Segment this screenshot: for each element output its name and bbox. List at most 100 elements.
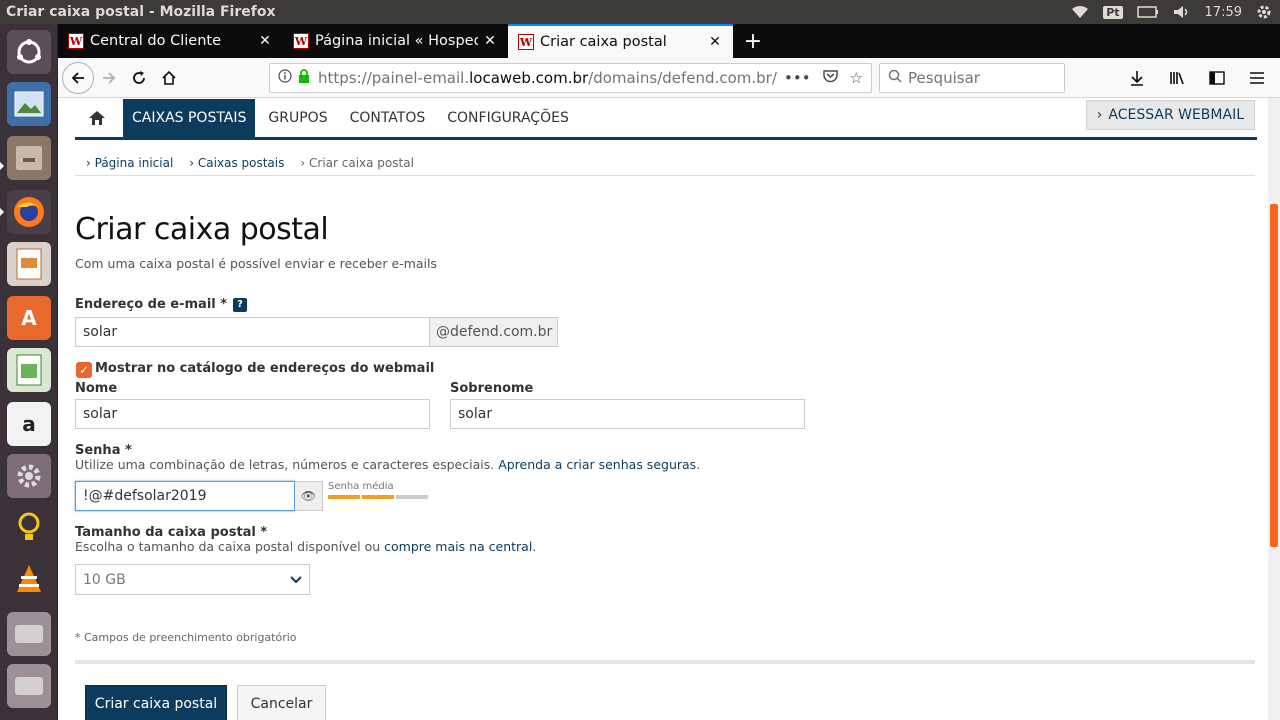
locaweb-favicon-icon: W [518,34,534,50]
ubuntu-dash-icon[interactable] [7,30,51,74]
catalog-label[interactable]: Mostrar no catálogo de endereços do webm… [95,361,434,376]
password-input[interactable]: !@#defsolar2019 [75,481,295,511]
close-tab-icon[interactable]: ✕ [482,33,498,49]
show-password-eye-icon[interactable]: 👁 [295,481,323,511]
menu-grupos[interactable]: GRUPOS [259,99,336,137]
scrollbar-thumb[interactable] [1270,204,1278,547]
page-actions-icon[interactable]: ••• [784,69,811,87]
vlc-icon[interactable] [7,558,51,602]
strength-bar [362,495,394,499]
bookmark-star-icon[interactable]: ☆ [850,69,863,87]
menu-contatos[interactable]: CONTATOS [341,99,435,137]
search-input[interactable]: Pesquisar [879,63,1065,93]
last-name-input[interactable]: solar [450,399,805,429]
software-center-icon[interactable]: A [7,296,51,340]
drive-icon[interactable] [7,612,51,656]
password-label: Senha * [75,443,132,458]
close-tab-icon[interactable]: ✕ [257,33,273,49]
hamburger-menu-icon[interactable] [1242,63,1272,93]
page-subtitle: Com uma caixa postal é possível enviar e… [75,256,437,271]
page-content: CAIXAS POSTAIS GRUPOS CONTATOS CONFIGURA… [58,98,1280,720]
library-icon[interactable] [1162,63,1192,93]
close-tab-icon[interactable]: ✕ [707,34,723,50]
cancel-button[interactable]: Cancelar [237,685,326,720]
password-strength-meter: Senha média [328,481,428,499]
secure-password-link[interactable]: Aprenda a criar senhas seguras [498,457,696,472]
access-webmail-button[interactable]: › ACESSAR WEBMAIL [1085,100,1255,130]
breadcrumb-item[interactable]: › Caixas postais [189,156,284,170]
drive-icon[interactable] [7,664,51,708]
first-name-label: Nome [75,381,118,396]
sidebar-icon[interactable] [1202,63,1232,93]
file-manager-icon[interactable] [7,136,51,180]
os-top-bar: Criar caixa postal - Mozilla Firefox Pt … [0,0,1280,24]
breadcrumb-current: › Criar caixa postal [300,156,414,170]
first-name-input[interactable]: solar [75,399,430,429]
running-indicator [0,162,4,170]
email-input[interactable]: solar [75,317,430,347]
secure-lock-icon [298,69,310,87]
forward-button[interactable] [94,63,124,93]
pocket-icon[interactable] [822,69,838,87]
page-title: Criar caixa postal [75,212,329,247]
help-icon[interactable]: ? [233,297,248,312]
email-domain-suffix: @defend.com.br [429,317,558,347]
search-icon [888,69,902,87]
unity-launcher: A a [0,24,58,720]
reload-button[interactable] [124,63,154,93]
clock[interactable]: 17:59 [1205,5,1242,20]
create-mailbox-button[interactable]: Criar caixa postal [85,685,227,720]
settings-gear-icon[interactable] [1256,4,1272,20]
menu-configuracoes[interactable]: CONFIGURAÇÕES [438,99,578,137]
wifi-icon[interactable] [1071,5,1089,19]
mailbox-size-select[interactable]: 10 GB [75,564,310,595]
chevron-down-icon [290,572,302,588]
main-menu: CAIXAS POSTAIS GRUPOS CONTATOS CONFIGURA… [75,98,1257,140]
divider [75,175,1255,176]
required-fields-note: * Campos de preenchimento obrigatório [75,631,297,644]
url-bar[interactable]: https://painel-email.locaweb.com.br/doma… [269,63,872,93]
strength-bar [396,495,428,499]
catalog-checkbox[interactable]: ✓ [76,362,92,378]
last-name-label: Sobrenome [450,381,534,396]
system-settings-icon[interactable] [7,454,51,498]
back-button[interactable] [62,61,94,94]
firefox-icon[interactable] [7,190,51,234]
mailbox-size-hint: Escolha o tamanho da caixa postal dispon… [75,539,537,554]
url-text[interactable]: https://painel-email.locaweb.com.br/doma… [318,69,784,87]
amazon-icon[interactable]: a [7,402,51,446]
breadcrumb-item[interactable]: › Página inicial [86,156,173,170]
tab-pagina-inicial[interactable]: W Página inicial « Hospedagem ✕ [283,24,508,58]
image-viewer-icon[interactable] [7,82,51,126]
lightbulb-icon[interactable] [7,506,51,550]
mailbox-size-label: Tamanho da caixa postal * [75,525,268,540]
buy-more-link[interactable]: compre mais na central [384,539,532,554]
navigation-toolbar: https://painel-email.locaweb.com.br/doma… [58,58,1280,98]
home-button[interactable] [154,63,184,93]
locaweb-favicon-icon: W [293,33,309,49]
breadcrumb: › Página inicial › Caixas postais › Cria… [86,156,414,170]
tab-central-do-cliente[interactable]: W Central do Cliente ✕ [58,24,283,58]
locaweb-favicon-icon: W [68,33,84,49]
home-icon[interactable] [75,99,119,137]
scrollbar[interactable] [1268,98,1280,720]
downloads-icon[interactable] [1122,63,1152,93]
menu-caixas-postais[interactable]: CAIXAS POSTAIS [123,99,256,137]
battery-icon[interactable] [1136,6,1159,18]
calc-icon[interactable] [7,348,51,392]
strength-bar [328,495,360,499]
keyboard-layout-indicator[interactable]: Pt [1103,5,1123,19]
window-title: Criar caixa postal - Mozilla Firefox [6,4,276,20]
divider [75,660,1255,664]
volume-icon[interactable] [1173,5,1191,19]
tab-strip: W Central do Cliente ✕ W Página inicial … [58,24,1280,58]
info-icon[interactable] [278,69,292,87]
email-label: Endereço de e-mail *? [75,297,248,312]
impress-icon[interactable] [7,242,51,286]
new-tab-button[interactable]: + [733,24,773,58]
password-hint: Utilize uma combinação de letras, número… [75,457,701,472]
system-tray: Pt 17:59 [1071,4,1280,20]
chevron-right-icon: › [1096,107,1103,123]
tab-criar-caixa-postal[interactable]: W Criar caixa postal ✕ [508,24,733,58]
running-indicator [0,208,4,216]
